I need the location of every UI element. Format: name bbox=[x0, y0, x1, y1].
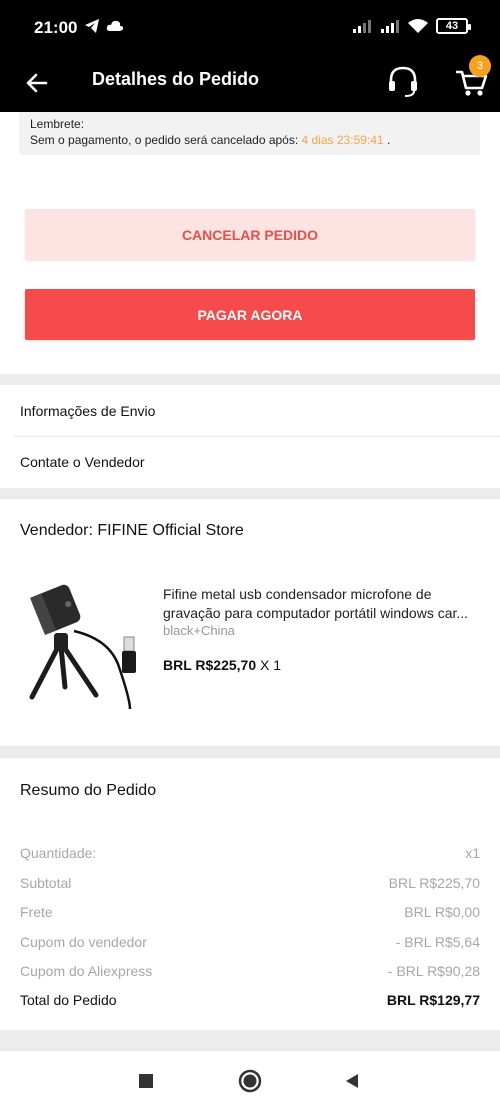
order-links: Informações de Envio Contate o Vendedor bbox=[0, 385, 500, 488]
product-price: BRL R$225,70 X 1 bbox=[163, 657, 282, 673]
recents-square-icon[interactable] bbox=[132, 1067, 160, 1095]
battery-icon: 43 bbox=[436, 18, 471, 34]
system-nav-bar bbox=[0, 1051, 500, 1111]
seller-card: Vendedor: FIFINE Official Store Fifine m… bbox=[0, 499, 500, 746]
status-bar: 21:00 43 bbox=[0, 0, 500, 56]
shipping-info-link[interactable]: Informações de Envio bbox=[0, 386, 500, 437]
payment-reminder: Lembrete: Sem o pagamento, o pedido será… bbox=[19, 112, 480, 155]
wifi-icon bbox=[408, 19, 428, 33]
signal-icon bbox=[353, 20, 371, 33]
countdown-timer: 4 dias 23:59:41 bbox=[301, 133, 384, 147]
telegram-icon bbox=[85, 19, 99, 33]
contact-seller-link[interactable]: Contate o Vendedor bbox=[0, 437, 500, 488]
reminder-text: Sem o pagamento, o pedido será cancelado… bbox=[30, 133, 302, 147]
summary-row-subtotal: Subtotal BRL R$225,70 bbox=[20, 875, 480, 891]
product-title[interactable]: Fifine metal usb condensador microfone d… bbox=[163, 585, 483, 623]
headset-icon[interactable] bbox=[383, 62, 423, 102]
pay-now-button[interactable]: PAGAR AGORA bbox=[25, 289, 475, 340]
back-arrow-icon[interactable] bbox=[20, 66, 54, 100]
app-header: Detalhes do Pedido bbox=[0, 56, 500, 112]
product-image[interactable] bbox=[18, 569, 146, 715]
status-time: 21:00 bbox=[34, 18, 78, 37]
summary-row-seller-coupon: Cupom do vendedor - BRL R$5,64 bbox=[20, 934, 480, 950]
product-variant: black+China bbox=[163, 623, 235, 638]
cancel-order-button[interactable]: CANCELAR PEDIDO bbox=[25, 209, 475, 260]
home-circle-icon[interactable] bbox=[236, 1067, 264, 1095]
order-summary: Resumo do Pedido Quantidade: x1 Subtotal B… bbox=[0, 758, 500, 1030]
summary-row-shipping: Frete BRL R$0,00 bbox=[20, 904, 480, 920]
payment-card: Lembrete: Sem o pagamento, o pedido será… bbox=[0, 112, 500, 374]
signal-icon bbox=[381, 20, 399, 33]
summary-row-total: Total do Pedido BRL R$129,77 bbox=[20, 992, 480, 1008]
reminder-label: Lembrete: bbox=[30, 117, 85, 131]
cloud-icon bbox=[106, 20, 124, 31]
summary-row-quantity: Quantidade: x1 bbox=[20, 845, 480, 861]
back-triangle-icon[interactable] bbox=[338, 1067, 366, 1095]
summary-title: Resumo do Pedido bbox=[20, 782, 157, 799]
cart-count-badge: 3 bbox=[469, 55, 491, 77]
summary-row-aliexpress-coupon: Cupom do Aliexpress - BRL R$90,28 bbox=[20, 963, 480, 979]
page-title: Detalhes do Pedido bbox=[92, 69, 260, 89]
seller-name[interactable]: Vendedor: FIFINE Official Store bbox=[20, 522, 244, 540]
